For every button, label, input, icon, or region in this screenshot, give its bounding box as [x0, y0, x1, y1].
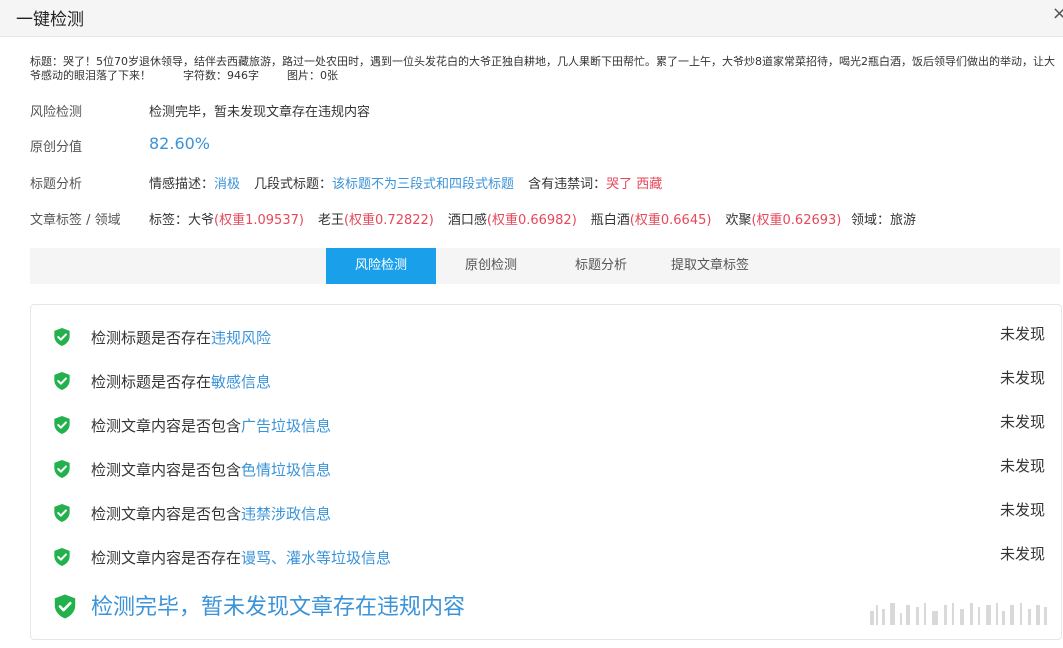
check-prefix: 检测标题是否存在 — [91, 329, 212, 347]
sentiment-label: 情感描述： — [149, 177, 215, 192]
shield-check-icon — [54, 372, 70, 390]
tab-bar: 风险检测 原创检测 标题分析 提取文章标签 — [30, 248, 1060, 284]
check-keyword: 违规风险 — [211, 329, 272, 347]
watermark-bar — [952, 603, 954, 625]
check-keyword: 色情垃圾信息 — [241, 461, 332, 479]
check-item: 检测标题是否存在敏感信息 未发现 — [53, 369, 1045, 393]
title-analysis-values: 情感描述：消极 几段式标题：该标题不为三段式和四段式标题 含有违禁词：哭了 西藏 — [149, 173, 662, 192]
final-message: 检测完毕，暂未发现文章存在违规内容 — [91, 595, 466, 620]
check-description: 检测文章内容是否包含广告垃圾信息 — [91, 415, 331, 436]
check-keyword: 广告垃圾信息 — [241, 417, 332, 435]
check-description: 检测文章内容是否存在谩骂、灌水等垃圾信息 — [91, 547, 391, 568]
tag-name: 欢聚 — [725, 213, 752, 228]
watermark-bar — [876, 605, 878, 625]
watermark-bar — [1002, 611, 1005, 625]
banned-words: 哭了 西藏 — [606, 177, 663, 192]
check-description: 检测文章内容是否包含色情垃圾信息 — [91, 459, 331, 480]
tag-name: 酒口感 — [447, 213, 487, 228]
watermark-barcode — [870, 603, 1047, 625]
shield-check-icon — [54, 548, 70, 566]
banned-label: 含有违禁词： — [528, 177, 607, 192]
originality-label: 原创分值 — [30, 140, 83, 155]
watermark-bar — [932, 611, 938, 625]
risk-value: 检测完毕，暂未发现文章存在违规内容 — [149, 105, 371, 120]
shield-check-icon — [54, 328, 70, 346]
tab-risk-check[interactable]: 风险检测 — [326, 248, 436, 284]
domain-value: 领域：旅游 — [851, 213, 917, 228]
char-count: 字符数：946字 — [183, 69, 259, 82]
shield-check-icon — [54, 416, 70, 434]
watermark-bar — [978, 607, 980, 625]
watermark-bar — [924, 603, 926, 625]
check-status: 未发现 — [999, 369, 1045, 387]
check-prefix: 检测文章内容是否存在 — [91, 549, 242, 567]
check-prefix: 检测文章内容是否包含 — [91, 461, 242, 479]
watermark-bar — [890, 603, 895, 625]
tab-extract-tags[interactable]: 提取文章标签 — [660, 248, 760, 284]
check-description: 检测标题是否存在违规风险 — [91, 327, 271, 348]
tags-label: 文章标签 / 领域 — [30, 213, 121, 228]
tag-weight: (权重0.72822) — [343, 213, 434, 228]
check-status: 未发现 — [999, 457, 1045, 475]
check-keyword: 违禁涉政信息 — [241, 505, 332, 523]
check-description: 检测文章内容是否包含违禁涉政信息 — [91, 503, 331, 524]
check-prefix: 检测文章内容是否包含 — [91, 417, 242, 435]
check-status: 未发现 — [999, 413, 1045, 431]
tag-weight: (权重0.6645) — [629, 213, 712, 228]
segment-label: 几段式标题： — [254, 177, 333, 192]
dialog-title: 一键检测 — [16, 10, 84, 30]
originality-score: 82.60% — [149, 134, 211, 153]
segment-value: 该标题不为三段式和四段式标题 — [332, 177, 515, 192]
tag-weight: (权重0.66982) — [486, 213, 577, 228]
title-analysis-label: 标题分析 — [30, 177, 83, 192]
check-status: 未发现 — [999, 545, 1045, 563]
check-description: 检测标题是否存在敏感信息 — [91, 371, 271, 392]
tag-weight: (权重0.62693) — [751, 213, 842, 228]
watermark-bar — [1010, 605, 1014, 625]
tags-values: 标签：大爷(权重1.09537) 老王(权重0.72822) 酒口感(权重0.669… — [149, 209, 841, 228]
shield-check-icon — [54, 594, 76, 619]
watermark-bar — [996, 603, 998, 625]
watermark-bar — [1044, 607, 1047, 625]
tag-weight: (权重1.09537) — [214, 213, 304, 228]
shield-check-icon — [54, 504, 70, 522]
watermark-bar — [1028, 609, 1031, 625]
check-prefix: 检测文章内容是否包含 — [91, 505, 242, 523]
image-count: 图片：0张 — [287, 69, 338, 82]
dialog-header: 一键检测 × — [0, 0, 1063, 37]
watermark-bar — [870, 611, 874, 625]
watermark-bar — [970, 603, 973, 625]
check-status: 未发现 — [999, 501, 1045, 519]
check-item: 检测文章内容是否包含色情垃圾信息 未发现 — [53, 457, 1045, 481]
tags-prefix: 标签： — [149, 213, 189, 228]
tab-originality-check[interactable]: 原创检测 — [446, 248, 536, 284]
check-item: 检测文章内容是否包含违禁涉政信息 未发现 — [53, 501, 1045, 525]
watermark-bar — [916, 607, 919, 625]
check-status: 未发现 — [999, 325, 1045, 343]
tag-name: 老王 — [317, 213, 344, 228]
watermark-bar — [986, 605, 991, 625]
watermark-bar — [944, 605, 947, 625]
article-summary: 标题：哭了！5位70岁退休领导，结伴去西藏旅游，路过一处农田时，遇到一位头发花白… — [30, 55, 1060, 83]
risk-check-panel: 检测标题是否存在违规风险 未发现 检测标题是否存在敏感信息 未发现 检测文章内容是否包含… — [30, 304, 1062, 640]
check-item: 检测文章内容是否存在谩骂、灌水等垃圾信息 未发现 — [53, 545, 1045, 569]
check-keyword: 敏感信息 — [211, 373, 272, 391]
watermark-bar — [960, 609, 964, 625]
tab-title-analysis[interactable]: 标题分析 — [556, 248, 646, 284]
sentiment-value: 消极 — [214, 177, 241, 192]
watermark-bar — [882, 609, 885, 625]
risk-label: 风险检测 — [30, 105, 83, 120]
tag-name: 瓶白酒 — [590, 213, 630, 228]
tag-name: 大爷 — [188, 213, 215, 228]
watermark-bar — [900, 613, 902, 625]
watermark-bar — [1020, 603, 1022, 625]
check-prefix: 检测标题是否存在 — [91, 373, 212, 391]
watermark-bar — [1036, 605, 1040, 625]
watermark-bar — [906, 605, 910, 625]
check-item: 检测文章内容是否包含广告垃圾信息 未发现 — [53, 413, 1045, 437]
check-item: 检测标题是否存在违规风险 未发现 — [53, 325, 1045, 349]
shield-check-icon — [54, 460, 70, 478]
check-keyword: 谩骂、灌水等垃圾信息 — [241, 549, 392, 567]
close-icon[interactable]: × — [1052, 3, 1063, 24]
